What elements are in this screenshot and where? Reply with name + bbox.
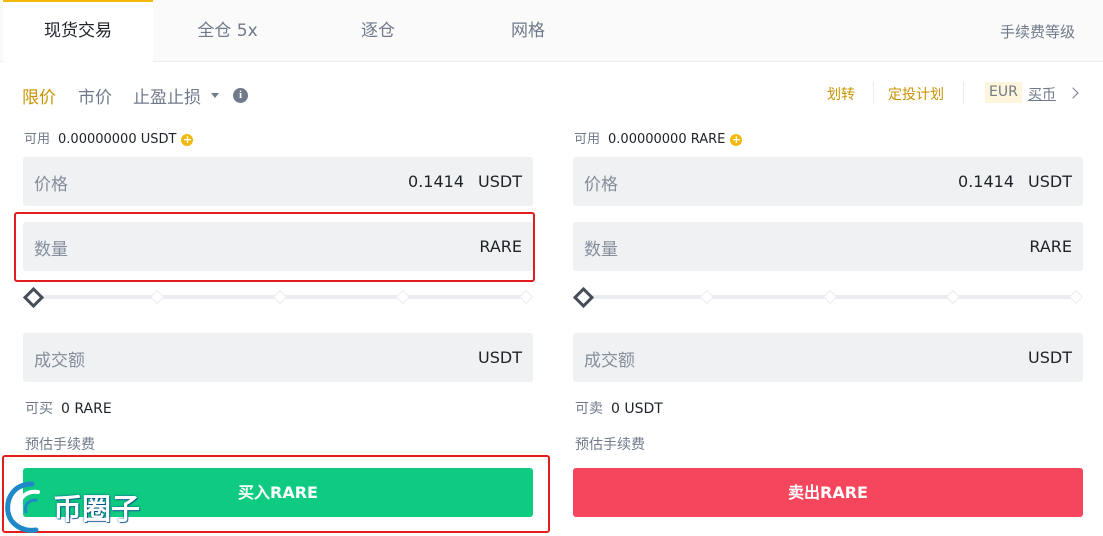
slider-tick-75[interactable] [945, 289, 961, 305]
slider-tick-25[interactable] [699, 289, 715, 305]
price-value[interactable]: 0.1414 [958, 172, 1014, 191]
sell-button[interactable]: 卖出RARE [573, 468, 1083, 517]
price-label: 价格 [34, 175, 68, 195]
amount-percent-slider[interactable] [572, 286, 1084, 309]
sell-panel: 可用 0.00000000 RARE + 价格 0.1414 USDT 数量 RAR… [572, 0, 1084, 536]
watermark-logo-icon [5, 481, 40, 533]
plus-circle-icon[interactable]: + [730, 134, 743, 146]
slider-tick-100[interactable] [518, 289, 534, 305]
total-unit: USDT [478, 348, 522, 367]
available-value: 0.00000000 USDT [58, 132, 177, 147]
watermark-text: 币圈子 [53, 492, 141, 526]
slider-tick-50[interactable] [822, 289, 838, 305]
watermark: 币圈子 [2, 478, 152, 534]
total-input[interactable]: 成交额 USDT [23, 333, 533, 382]
price-unit: USDT [478, 172, 522, 191]
available-value: 0.00000000 RARE [608, 132, 726, 147]
available-balance: 可用 0.00000000 USDT + [24, 128, 194, 147]
estimated-fee-label: 预估手续费 [575, 437, 645, 453]
max-buy: 可买 0 RARE [25, 398, 112, 418]
amount-unit: RARE [1029, 237, 1072, 256]
max-sell-value: 0 USDT [611, 401, 663, 417]
slider-tick-25[interactable] [149, 289, 165, 305]
amount-label: 数量 [584, 240, 618, 260]
total-label: 成交额 [584, 351, 635, 371]
slider-tick-75[interactable] [395, 289, 411, 305]
available-balance: 可用 0.00000000 RARE + [574, 128, 743, 147]
total-unit: USDT [1028, 348, 1072, 367]
max-sell: 可卖 0 USDT [575, 398, 663, 418]
max-buy-label: 可买 [25, 401, 53, 417]
plus-circle-icon[interactable]: + [181, 134, 194, 146]
available-label: 可用 [24, 132, 51, 147]
slider-tick-100[interactable] [1068, 289, 1084, 305]
max-sell-label: 可卖 [575, 401, 603, 417]
price-unit: USDT [1028, 172, 1072, 191]
price-value[interactable]: 0.1414 [408, 172, 464, 191]
amount-input[interactable]: 数量 RARE [573, 222, 1083, 271]
slider-handle[interactable] [22, 286, 45, 309]
price-input[interactable]: 价格 0.1414 USDT [23, 157, 533, 206]
price-label: 价格 [584, 175, 618, 195]
total-label: 成交额 [34, 351, 85, 371]
max-buy-value: 0 RARE [61, 401, 112, 417]
slider-handle[interactable] [572, 286, 595, 309]
slider-tick-50[interactable] [272, 289, 288, 305]
estimated-fee-label: 预估手续费 [25, 437, 95, 453]
highlight-box-amount [14, 212, 535, 282]
total-input[interactable]: 成交额 USDT [573, 333, 1083, 382]
price-input[interactable]: 价格 0.1414 USDT [573, 157, 1083, 206]
available-label: 可用 [574, 132, 601, 147]
amount-percent-slider[interactable] [22, 286, 534, 309]
